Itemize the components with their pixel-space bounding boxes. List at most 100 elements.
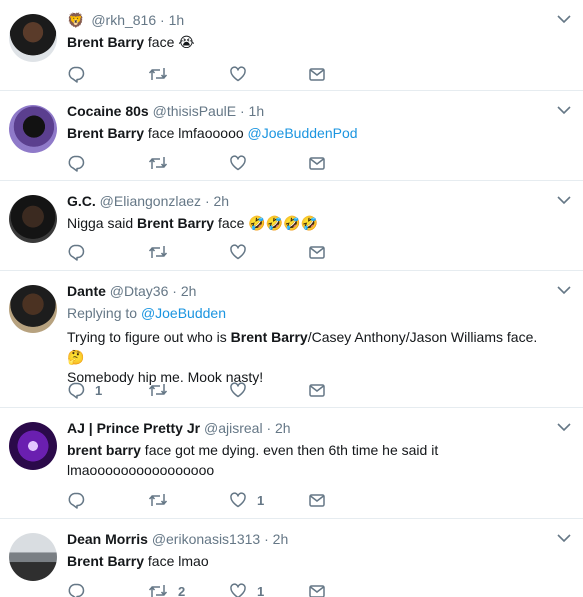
- reply-icon: [68, 66, 85, 83]
- timestamp[interactable]: 2h: [273, 531, 289, 547]
- text-run: face got me dying. even then 6th time he…: [140, 442, 439, 458]
- reply-button[interactable]: [67, 580, 95, 597]
- avatar[interactable]: [9, 285, 57, 333]
- text-run: lmaoooooooooooooooo: [67, 462, 215, 478]
- timestamp[interactable]: 2h: [214, 193, 230, 209]
- like-button[interactable]: [229, 63, 257, 85]
- text-run: Nigga said: [67, 215, 138, 231]
- chevron-down-icon[interactable]: [557, 14, 571, 24]
- like-button[interactable]: 1: [229, 580, 264, 597]
- tweet[interactable]: AJ | Prince Pretty Jr @ajisreal · 2h bre…: [0, 408, 583, 519]
- heart-icon: [230, 244, 246, 260]
- envelope-icon: [309, 384, 325, 397]
- tweet[interactable]: Dante @Dtay36 · 2h Replying to @JoeBudde…: [0, 271, 583, 408]
- chevron-down-icon[interactable]: [557, 195, 571, 205]
- retweet-button[interactable]: [148, 379, 178, 401]
- retweet-button[interactable]: [148, 241, 178, 263]
- avatar[interactable]: [9, 422, 57, 470]
- retweet-icon: [148, 157, 168, 169]
- display-name[interactable]: Dean Morris: [67, 531, 148, 547]
- like-button[interactable]: 1: [229, 489, 264, 511]
- mention-link[interactable]: @JoeBuddenPod: [248, 125, 358, 141]
- reply-button[interactable]: [67, 489, 95, 511]
- bold-text: Brent Barry: [230, 329, 308, 345]
- reply-icon: [68, 244, 85, 261]
- avatar[interactable]: [9, 105, 57, 153]
- lion-emoji-icon: 🦁: [67, 12, 85, 28]
- tweet-text: Brent Barry face lmfaooooo @JoeBuddenPod: [67, 123, 553, 143]
- tweet-header: Dante @Dtay36 · 2h: [67, 282, 553, 300]
- retweet-button[interactable]: 2: [148, 580, 185, 597]
- separator-dot: ·: [264, 531, 269, 547]
- display-name[interactable]: G.C.: [67, 193, 96, 209]
- like-button[interactable]: [229, 152, 257, 174]
- bold-text: Brent Barry: [67, 34, 145, 50]
- retweet-icon: [148, 384, 168, 396]
- like-count: 1: [257, 492, 265, 508]
- reply-button[interactable]: [67, 152, 95, 174]
- display-name[interactable]: Dante: [67, 283, 106, 299]
- chevron-down-icon[interactable]: [557, 422, 571, 432]
- text-run: face 🤣🤣🤣🤣: [214, 215, 319, 231]
- direct-message-button[interactable]: [308, 152, 326, 174]
- envelope-icon: [309, 246, 325, 259]
- tweet-actions: [67, 152, 337, 174]
- replying-label: Replying to: [67, 305, 138, 321]
- direct-message-button[interactable]: [308, 379, 326, 401]
- user-handle[interactable]: @erikonasis1313: [152, 531, 260, 547]
- retweet-icon: [148, 246, 168, 258]
- user-handle[interactable]: @ajisreal: [204, 420, 263, 436]
- text-run: Trying to figure out who is: [67, 329, 231, 345]
- tweet-actions: 2 1: [67, 580, 337, 597]
- tweet-text: Trying to figure out who is Brent Barry/…: [67, 327, 553, 387]
- user-handle[interactable]: @Eliangonzlaez: [100, 193, 201, 209]
- display-name[interactable]: Cocaine 80s: [67, 103, 149, 119]
- chevron-down-icon[interactable]: [557, 105, 571, 115]
- tweet-actions: 1: [67, 379, 337, 401]
- bold-text: brent barry: [67, 442, 141, 458]
- timestamp[interactable]: 2h: [275, 420, 291, 436]
- retweet-button[interactable]: [148, 152, 178, 174]
- like-button[interactable]: [229, 379, 257, 401]
- display-name[interactable]: AJ | Prince Pretty Jr: [67, 420, 200, 436]
- tweet[interactable]: Dean Morris @erikonasis1313 · 2h Brent B…: [0, 519, 583, 597]
- reply-button[interactable]: [67, 63, 95, 85]
- user-handle[interactable]: @thisisPaulE: [153, 103, 236, 119]
- retweet-button[interactable]: [148, 489, 178, 511]
- retweet-icon: [148, 494, 168, 506]
- retweet-button[interactable]: [148, 63, 178, 85]
- mention-link[interactable]: @JoeBudden: [141, 305, 226, 321]
- reply-icon: [68, 492, 85, 509]
- envelope-icon: [309, 585, 325, 597]
- tweet[interactable]: Cocaine 80s @thisisPaulE · 1h Brent Barr…: [0, 91, 583, 181]
- reply-icon: [68, 583, 85, 597]
- separator-dot: ·: [204, 193, 210, 209]
- like-button[interactable]: [229, 241, 257, 263]
- text-run: face lmfaooooo: [144, 125, 248, 141]
- text-run: face lmao: [144, 553, 209, 569]
- reply-button[interactable]: [67, 241, 95, 263]
- avatar[interactable]: [9, 14, 57, 62]
- avatar[interactable]: [9, 533, 57, 581]
- reply-icon: [68, 155, 85, 172]
- tweet[interactable]: G.C. @Eliangonzlaez · 2h Nigga said Bren…: [0, 181, 583, 271]
- direct-message-button[interactable]: [308, 241, 326, 263]
- chevron-down-icon[interactable]: [557, 285, 571, 295]
- avatar[interactable]: [9, 195, 57, 243]
- direct-message-button[interactable]: [308, 63, 326, 85]
- separator-dot: ·: [172, 283, 177, 299]
- envelope-icon: [309, 68, 325, 81]
- tweet[interactable]: 🦁 @rkh_816 · 1h Brent Barry face 😭: [0, 0, 583, 91]
- timestamp[interactable]: 2h: [181, 283, 197, 299]
- reply-button[interactable]: 1: [67, 379, 102, 401]
- user-handle[interactable]: @rkh_816: [91, 12, 156, 28]
- chevron-down-icon[interactable]: [557, 533, 571, 543]
- timestamp[interactable]: 1h: [169, 12, 185, 28]
- separator-dot: ·: [266, 420, 272, 436]
- direct-message-button[interactable]: [308, 489, 326, 511]
- timestamp[interactable]: 1h: [249, 103, 265, 119]
- tweet-feed: 🦁 @rkh_816 · 1h Brent Barry face 😭 Cocai…: [0, 0, 583, 597]
- retweet-count: 2: [178, 583, 186, 597]
- direct-message-button[interactable]: [308, 580, 326, 597]
- user-handle[interactable]: @Dtay36: [110, 283, 169, 299]
